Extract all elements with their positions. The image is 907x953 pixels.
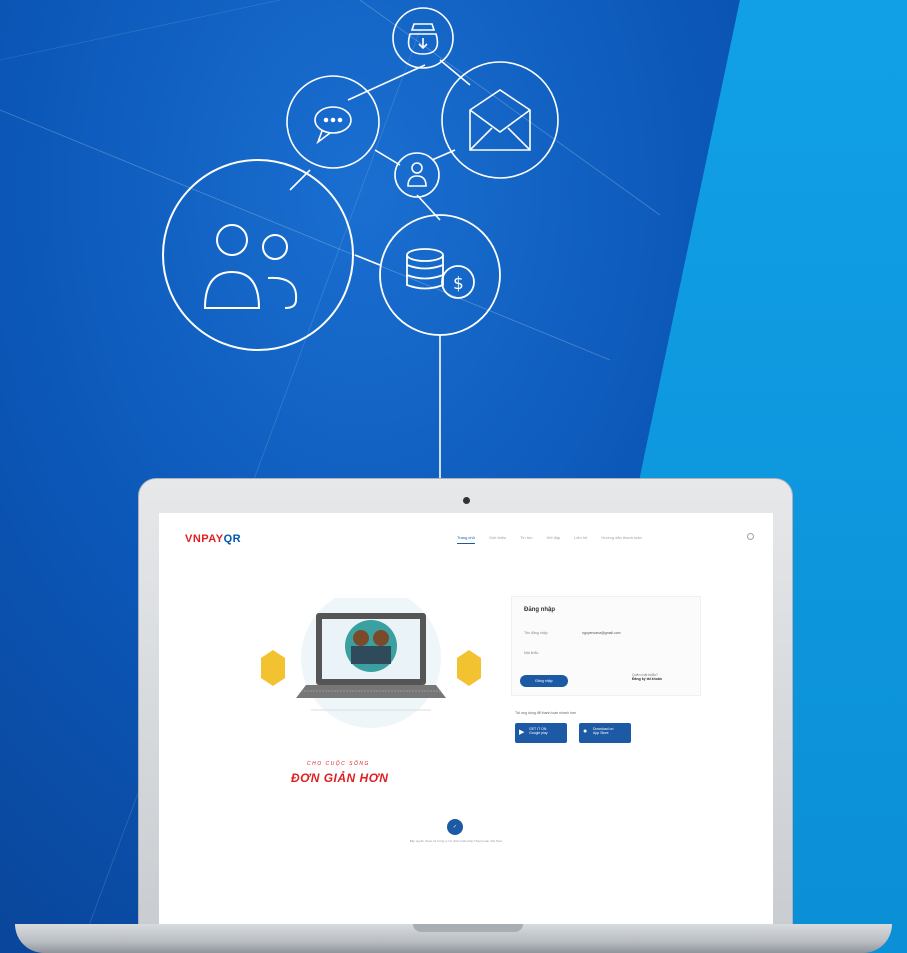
- laptop-people-illustration: [261, 598, 481, 728]
- tagline-big: ĐƠN GIẢN HƠN: [291, 771, 389, 785]
- nav-item-about[interactable]: Giới thiệu: [489, 535, 506, 544]
- vnpay-round-logo-icon: ✓: [447, 819, 463, 835]
- laptop-lid: VNPAYQR Trang chủ Giới thiệu Tin tức Hỏi…: [138, 478, 793, 928]
- envelope-icon: [441, 61, 559, 179]
- laptop-notch: [413, 924, 523, 932]
- vnpayqr-logo[interactable]: VNPAYQR: [185, 533, 241, 545]
- light-ray: [359, 0, 661, 216]
- app-download-text: Tải ứng dụng để thanh toán nhanh hơn: [515, 711, 577, 715]
- register-link[interactable]: Đăng ký tài khoản: [632, 677, 662, 681]
- login-card: Đăng nhập Tên đăng nhập nguyenvana@gmail…: [511, 596, 701, 696]
- forgot-password-block: Quên mật khẩu? Đăng ký tài khoản: [632, 673, 662, 681]
- top-nav: Trang chủ Giới thiệu Tin tức Hỏi đáp Liê…: [457, 535, 642, 544]
- svg-text:$: $: [453, 274, 464, 294]
- app-store-button[interactable]: ● Download on App Store: [579, 723, 631, 743]
- username-input[interactable]: nguyenvana@gmail.com: [582, 631, 621, 635]
- play-store-icon: ▶: [519, 729, 525, 736]
- nav-item-faq[interactable]: Hỏi đáp: [546, 535, 560, 544]
- user-icon: [394, 152, 440, 198]
- users-icon: [162, 159, 354, 351]
- chat-bubble-icon: [286, 75, 380, 169]
- nav-item-contact[interactable]: Liên hệ: [574, 535, 587, 544]
- apple-icon: ●: [583, 728, 588, 735]
- light-ray: [0, 109, 611, 361]
- light-ray: [0, 0, 281, 61]
- money-bag-icon: [392, 7, 454, 69]
- app-store-line2: App Store: [593, 731, 609, 735]
- nav-item-news[interactable]: Tin tức: [520, 535, 532, 544]
- search-icon[interactable]: [747, 533, 754, 540]
- nav-item-guide[interactable]: Hướng dẫn thanh toán: [601, 535, 641, 544]
- login-title: Đăng nhập: [524, 607, 555, 613]
- google-play-line2: Google play: [529, 731, 548, 735]
- footer-text: Bản quyền thuộc về Công ty Cổ phần Giải …: [409, 839, 503, 843]
- login-button[interactable]: Đăng nhập: [520, 675, 568, 687]
- google-play-button[interactable]: ▶ GET IT ON Google play: [515, 723, 567, 743]
- laptop-screen: VNPAYQR Trang chủ Giới thiệu Tin tức Hỏi…: [159, 513, 773, 925]
- logo-qr: QR: [223, 533, 242, 545]
- webcam-icon: [463, 497, 470, 504]
- password-label: Mật khẩu: [524, 651, 539, 655]
- laptop-base: [15, 924, 892, 953]
- logo-main: VNPAY: [185, 533, 224, 545]
- nav-item-home[interactable]: Trang chủ: [457, 535, 475, 544]
- tagline-small: CHO CUỘC SỐNG: [307, 761, 370, 767]
- coins-dollar-icon: $: [379, 214, 501, 336]
- username-label: Tên đăng nhập: [524, 631, 548, 635]
